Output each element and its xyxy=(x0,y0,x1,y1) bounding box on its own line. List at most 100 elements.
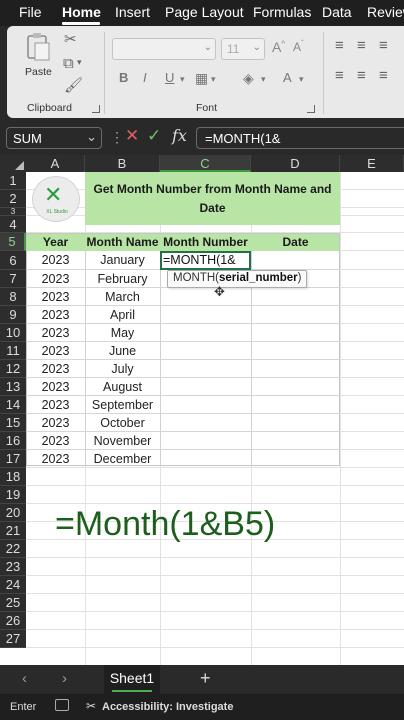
cell-month-name[interactable]: July xyxy=(85,360,160,378)
cell-month-name[interactable]: February xyxy=(85,270,160,288)
cell-year[interactable]: 2023 xyxy=(26,251,85,270)
menu-home[interactable]: Home xyxy=(62,4,101,20)
menu-data[interactable]: Data xyxy=(322,4,352,20)
row-header-16[interactable]: 16 xyxy=(0,432,26,450)
tooltip-argument[interactable]: serial_number xyxy=(219,272,298,284)
cell-year[interactable]: 2023 xyxy=(26,378,85,396)
row-header-5[interactable]: 5 xyxy=(0,233,26,251)
row-header-22[interactable]: 22 xyxy=(0,540,26,558)
cell-year[interactable]: 2023 xyxy=(26,450,85,468)
paste-button[interactable] xyxy=(25,32,51,65)
menu-formulas[interactable]: Formulas xyxy=(253,4,311,20)
row-header-25[interactable]: 25 xyxy=(0,594,26,612)
cell-month-name[interactable]: August xyxy=(85,378,160,396)
row-header-14[interactable]: 14 xyxy=(0,396,26,414)
row-header-24[interactable]: 24 xyxy=(0,576,26,594)
format-painter-icon[interactable]: 🖌 xyxy=(64,78,83,93)
more-options-icon[interactable]: ⋮ xyxy=(110,129,124,146)
row-header-13[interactable]: 13 xyxy=(0,378,26,396)
insert-function-button[interactable]: fx xyxy=(172,126,187,145)
decrease-font-icon[interactable]: Aˇ xyxy=(293,40,304,54)
copy-dropdown-icon[interactable]: ▾ xyxy=(77,58,82,67)
align-left-icon[interactable]: ≡ xyxy=(335,68,344,83)
add-sheet-button[interactable]: + xyxy=(200,668,211,689)
align-top-icon[interactable]: ≡ xyxy=(335,38,344,53)
row-header-6[interactable]: 6 xyxy=(0,251,26,270)
font-color-dropdown-icon[interactable]: ▾ xyxy=(299,74,304,85)
row-header-27[interactable]: 27 xyxy=(0,630,26,648)
enter-check-icon[interactable]: ✓ xyxy=(147,126,161,146)
accessibility-status[interactable]: Accessibility: Investigate xyxy=(102,701,233,713)
cancel-icon[interactable]: ✕ xyxy=(125,126,139,146)
menu-page-layout[interactable]: Page Layout xyxy=(165,4,244,20)
bold-button[interactable]: B xyxy=(119,70,128,85)
fill-dropdown-icon[interactable]: ▾ xyxy=(261,74,266,85)
italic-button[interactable]: I xyxy=(143,70,147,85)
cell-year[interactable]: 2023 xyxy=(26,324,85,342)
row-header-10[interactable]: 10 xyxy=(0,324,26,342)
cell-year[interactable]: 2023 xyxy=(26,270,85,288)
row-header-26[interactable]: 26 xyxy=(0,612,26,630)
clipboard-launcher-icon[interactable] xyxy=(92,105,100,113)
formula-input[interactable]: =MONTH(1& xyxy=(196,127,404,149)
cell-year[interactable]: 2023 xyxy=(26,306,85,324)
increase-font-icon[interactable]: A^ xyxy=(272,40,285,54)
cell-month-name[interactable]: April xyxy=(85,306,160,324)
font-size-select[interactable]: 11 ⌄ xyxy=(221,38,265,60)
column-header-d[interactable]: D xyxy=(251,155,340,172)
cell-year[interactable]: 2023 xyxy=(26,396,85,414)
cell-month-name[interactable]: September xyxy=(85,396,160,414)
row-header-2[interactable]: 2 xyxy=(0,190,26,208)
borders-dropdown-icon[interactable]: ▾ xyxy=(211,74,216,85)
cell-month-name[interactable]: November xyxy=(85,432,160,450)
cell-month-name[interactable]: October xyxy=(85,414,160,432)
cell-year[interactable]: 2023 xyxy=(26,360,85,378)
row-header-21[interactable]: 21 xyxy=(0,522,26,540)
row-header-7[interactable]: 7 xyxy=(0,270,26,288)
name-box[interactable]: SUM ⌄ xyxy=(6,127,102,149)
row-header-19[interactable]: 19 xyxy=(0,486,26,504)
font-color-icon[interactable]: A xyxy=(283,70,292,85)
align-right-icon[interactable]: ≡ xyxy=(379,68,388,83)
row-header-18[interactable]: 18 xyxy=(0,468,26,486)
row-header-4[interactable]: 4 xyxy=(0,216,26,233)
cell-month-name[interactable]: June xyxy=(85,342,160,360)
row-header-12[interactable]: 12 xyxy=(0,360,26,378)
cell-year[interactable]: 2023 xyxy=(26,432,85,450)
column-header-e[interactable]: E xyxy=(340,155,404,172)
function-tooltip[interactable]: MONTH(serial_number) xyxy=(167,270,308,288)
row-header-15[interactable]: 15 xyxy=(0,414,26,432)
row-header-9[interactable]: 9 xyxy=(0,306,26,324)
column-header-a[interactable]: A xyxy=(26,155,85,172)
underline-dropdown-icon[interactable]: ▾ xyxy=(180,74,185,85)
copy-icon[interactable]: ⧉ xyxy=(63,56,74,71)
row-header-1[interactable]: 1 xyxy=(0,172,26,190)
select-all-button[interactable] xyxy=(0,155,26,172)
row-header-8[interactable]: 8 xyxy=(0,288,26,306)
menu-file[interactable]: File xyxy=(19,4,42,20)
row-header-11[interactable]: 11 xyxy=(0,342,26,360)
menu-insert[interactable]: Insert xyxy=(115,4,150,20)
cell-month-name[interactable]: January xyxy=(85,251,160,270)
align-middle-icon[interactable]: ≡ xyxy=(357,38,366,53)
align-center-icon[interactable]: ≡ xyxy=(357,68,366,83)
font-name-select[interactable]: ⌄ xyxy=(112,38,216,60)
macro-recording-icon[interactable] xyxy=(55,699,69,711)
cell-month-name[interactable]: December xyxy=(85,450,160,468)
menu-review[interactable]: Review xyxy=(367,4,404,20)
align-bottom-icon[interactable]: ≡ xyxy=(379,38,388,53)
cell-year[interactable]: 2023 xyxy=(26,288,85,306)
accessibility-icon[interactable]: ✂ xyxy=(86,699,96,713)
scroll-tabs-right-icon[interactable]: › xyxy=(62,670,67,687)
column-header-b[interactable]: B xyxy=(85,155,160,172)
column-header-c[interactable]: C xyxy=(160,155,251,172)
font-launcher-icon[interactable] xyxy=(307,105,315,113)
row-header-17[interactable]: 17 xyxy=(0,450,26,468)
scroll-tabs-left-icon[interactable]: ‹ xyxy=(22,670,27,687)
row-header-23[interactable]: 23 xyxy=(0,558,26,576)
spreadsheet-grid[interactable]: A B C D E 1 2 3 4 5 6 7 8 9 10 11 12 13 14 15 16 17 18 19 2… xyxy=(0,155,404,665)
row-header-3[interactable]: 3 xyxy=(0,208,26,216)
cut-icon[interactable]: ✂ xyxy=(64,32,77,47)
underline-button[interactable]: U xyxy=(165,70,174,85)
cell-month-name[interactable]: May xyxy=(85,324,160,342)
